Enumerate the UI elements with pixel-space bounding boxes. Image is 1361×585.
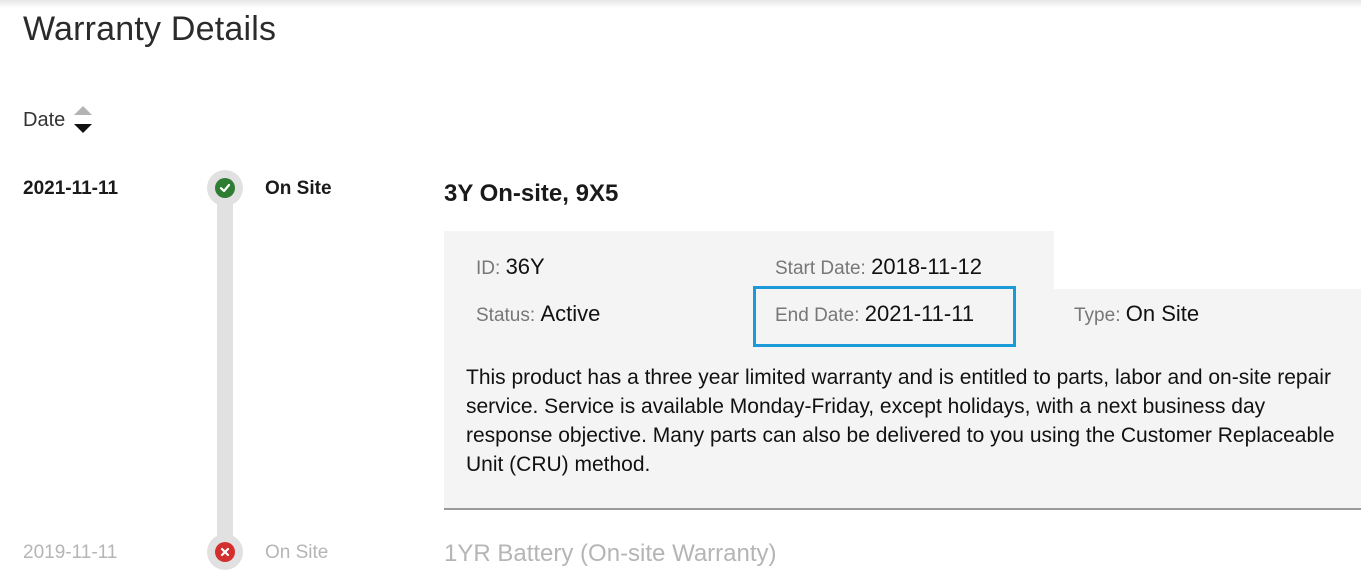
sort-label: Date [23, 108, 66, 131]
start-date-field: Start Date: 2018-11-12 [775, 254, 983, 279]
start-date-value: 2018-11-12 [871, 254, 983, 279]
warranty-description: This product has a three year limited wa… [466, 366, 1335, 476]
type-label: Type [1074, 305, 1116, 326]
check-icon [215, 178, 235, 198]
entry-divider [444, 508, 1361, 510]
status-value: Active [540, 301, 601, 326]
warranty-title: 3Y On-site, 9X5 [444, 180, 619, 207]
entry-date: 2019-11-11 [23, 542, 118, 563]
x-icon [215, 542, 235, 562]
id-field: ID: 36Y [476, 254, 545, 279]
end-date-highlight [753, 286, 1016, 347]
id-label: ID [476, 258, 495, 279]
sort-by-date-control[interactable]: Date [23, 104, 93, 136]
entry-date: 2021-11-11 [23, 178, 119, 199]
timeline-node [207, 534, 243, 570]
sort-descending-icon[interactable] [74, 124, 93, 133]
entry-type: On Site [265, 542, 329, 563]
sort-arrows-icon[interactable] [73, 104, 93, 136]
status-label: Status [476, 305, 530, 326]
start-date-label: Start Date [775, 258, 861, 279]
timeline-track [217, 190, 233, 550]
id-value: 36Y [505, 254, 545, 279]
status-field: Status: Active [476, 301, 601, 326]
sort-ascending-icon[interactable] [74, 106, 93, 115]
entry-type: On Site [265, 178, 332, 199]
page-title: Warranty Details [23, 10, 277, 48]
warranty-title[interactable]: 1YR Battery (On-site Warranty) [444, 540, 777, 568]
header-shadow [0, 0, 1361, 8]
type-field: Type: On Site [1074, 301, 1200, 326]
timeline-node [207, 170, 243, 206]
type-value: On Site [1125, 301, 1200, 326]
